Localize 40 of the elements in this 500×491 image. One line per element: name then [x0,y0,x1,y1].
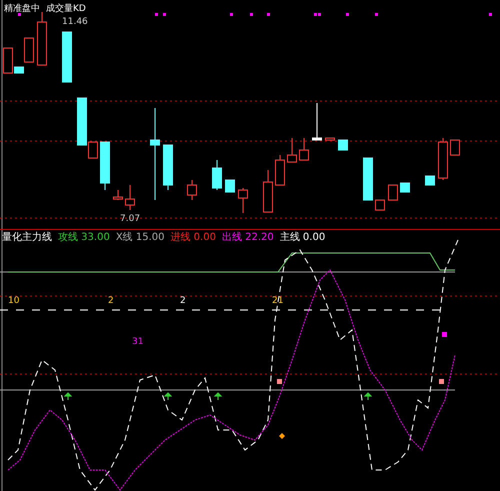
candlestick [299,138,309,160]
legend-item: 进线 0.00 [170,230,216,244]
candlestick [287,138,297,162]
candlestick [238,188,248,214]
high-price-label: 11.46 [62,17,88,27]
marker-label: 21 [272,296,284,306]
candlestick [450,140,460,156]
legend-item: 主线 0.00 [280,230,326,244]
marker-label: 31 [132,337,144,347]
low-price-label: 7.07 [120,214,140,224]
candlestick [163,144,173,190]
legend-item: 攻线 33.00 [58,230,110,244]
candlestick [375,200,385,210]
candlestick [100,142,110,190]
legend-item: 出线 22.20 [222,230,274,244]
candlestick [212,160,222,190]
candlestick [125,184,135,210]
indicator-title: 量化主力线 [2,230,52,244]
candlestick [24,38,34,62]
candlestick [275,154,285,186]
candlestick [438,138,448,180]
candlestick [62,32,72,82]
candlestick [312,102,322,140]
candlestick [425,176,435,186]
candlestick [363,158,373,200]
candlestick [325,138,335,140]
candlestick [388,184,398,200]
candlestick [263,170,273,212]
marker-label: 2 [180,296,186,306]
candlestick [400,182,410,192]
chart-title: 精准盘中 [4,2,40,15]
marker-label: 10 [8,296,20,306]
candlestick [338,140,348,150]
legend-item: X线 15.00 [116,230,164,244]
candlestick [225,180,235,192]
candlestick [37,12,47,66]
indicator-name: 成交量KD [46,2,86,15]
candlestick [113,190,123,200]
marker-label: 2 [108,296,114,306]
candlestick [187,180,197,200]
